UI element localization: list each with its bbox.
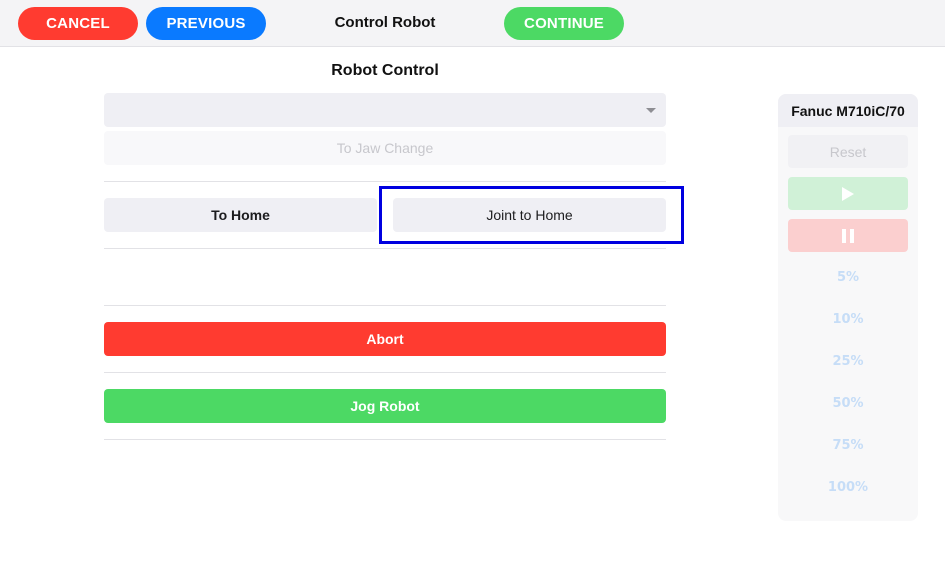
- reset-button[interactable]: Reset: [788, 135, 908, 168]
- continue-button[interactable]: CONTINUE: [504, 7, 624, 40]
- to-home-button[interactable]: To Home: [104, 198, 377, 232]
- section-title: Robot Control: [331, 62, 439, 79]
- divider: [104, 305, 666, 306]
- play-button[interactable]: [788, 177, 908, 210]
- speed-option-100[interactable]: 100%: [778, 480, 918, 495]
- pause-button[interactable]: [788, 219, 908, 252]
- divider: [104, 248, 666, 249]
- page-title: Control Robot: [334, 14, 436, 31]
- speed-option-5[interactable]: 5%: [778, 270, 918, 285]
- robot-position-select[interactable]: [104, 93, 666, 127]
- robot-panel: Fanuc M710iC/70 Reset 5% 10% 25% 50% 75%…: [778, 94, 918, 521]
- pause-icon: [842, 228, 854, 243]
- top-bar: CANCEL PREVIOUS Control Robot CONTINUE: [0, 0, 945, 47]
- to-jaw-change-button[interactable]: To Jaw Change: [104, 131, 666, 165]
- divider: [104, 439, 666, 440]
- robot-name: Fanuc M710iC/70: [778, 94, 918, 127]
- divider: [104, 181, 666, 182]
- chevron-down-icon: [646, 108, 656, 113]
- abort-button[interactable]: Abort: [104, 322, 666, 356]
- speed-option-10[interactable]: 10%: [778, 312, 918, 327]
- speed-option-50[interactable]: 50%: [778, 396, 918, 411]
- joint-to-home-button[interactable]: Joint to Home: [393, 198, 666, 232]
- play-icon: [842, 186, 854, 201]
- speed-option-25[interactable]: 25%: [778, 354, 918, 369]
- divider: [104, 372, 666, 373]
- jog-robot-button[interactable]: Jog Robot: [104, 389, 666, 423]
- speed-option-75[interactable]: 75%: [778, 438, 918, 453]
- previous-button[interactable]: PREVIOUS: [146, 7, 266, 40]
- cancel-button[interactable]: CANCEL: [18, 7, 138, 40]
